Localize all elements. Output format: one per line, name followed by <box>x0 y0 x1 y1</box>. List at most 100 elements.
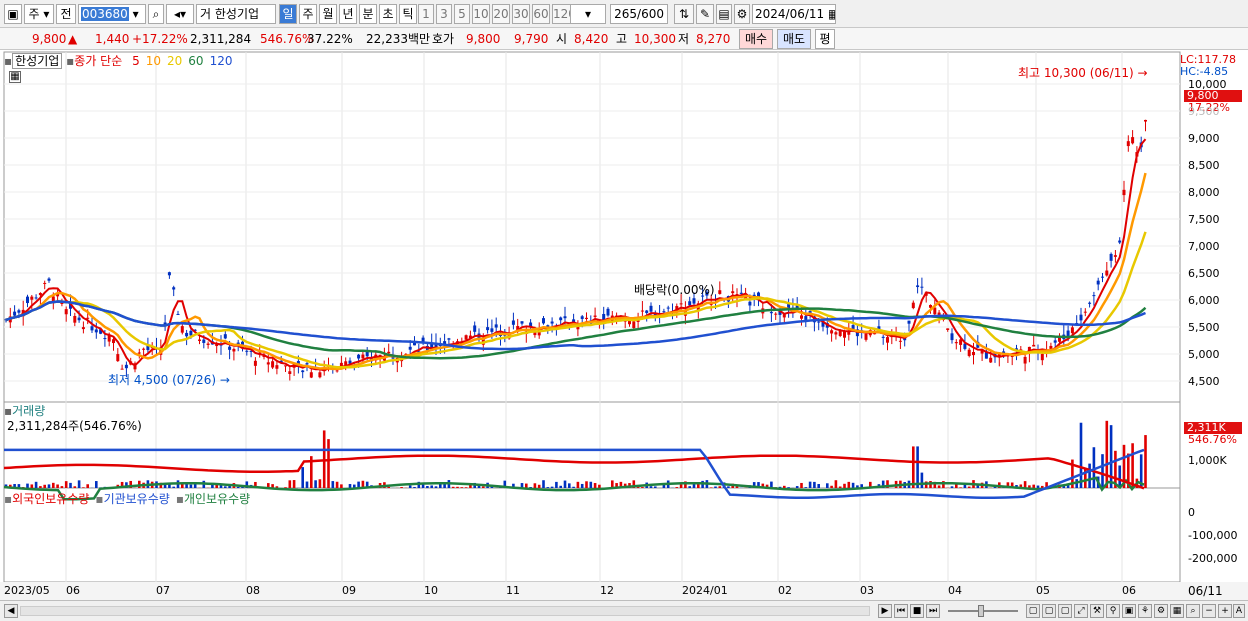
holding-legend-1[interactable]: 기관보유수량 <box>104 492 170 506</box>
candle-body <box>881 336 885 338</box>
period-tab-6[interactable]: 틱 <box>399 4 417 24</box>
scroll-right-button[interactable]: ▶ <box>878 604 892 618</box>
ma-period-20[interactable]: 20 <box>167 54 182 68</box>
high-label: 고 <box>616 32 628 46</box>
tool-icon[interactable]: ▢ <box>1042 604 1056 618</box>
compare-icon[interactable]: ⇅ <box>674 4 694 24</box>
minute-button-1[interactable]: 1 <box>418 4 434 24</box>
minute-dropdown[interactable]: ▾ <box>570 4 606 24</box>
zoom-slider-handle[interactable] <box>978 605 984 617</box>
chart-svg[interactable] <box>0 50 1248 600</box>
period-tab-0[interactable]: 일 <box>279 4 297 24</box>
holding-legend-2[interactable]: 개인보유수량 <box>184 492 250 506</box>
candle-body <box>830 330 834 334</box>
candle-body <box>1105 270 1109 276</box>
volume-bar <box>1118 465 1121 488</box>
minute-button-10[interactable]: 10 <box>472 4 490 24</box>
tool-icon[interactable]: ▢ <box>1058 604 1072 618</box>
period-tab-4[interactable]: 분 <box>359 4 377 24</box>
period-tab-5[interactable]: 초 <box>379 4 397 24</box>
candle-body <box>245 350 249 352</box>
tool-icon[interactable]: ⚘ <box>1138 604 1152 618</box>
volume-bar <box>82 487 85 488</box>
ma-period-120[interactable]: 120 <box>210 54 233 68</box>
tool-icon[interactable]: ⚒ <box>1090 604 1104 618</box>
period-tab-3[interactable]: 년 <box>339 4 357 24</box>
volume-bar <box>937 485 941 488</box>
prev-button[interactable]: 전 <box>56 4 76 24</box>
volume-bar <box>959 487 962 488</box>
period-tab-2[interactable]: 월 <box>319 4 337 24</box>
zoom-out-icon[interactable]: − <box>1202 604 1216 618</box>
price-y-tick: 10,000 <box>1188 78 1227 91</box>
chart-area[interactable]: ▪ 한성기업 ▪종가 단순 5 10 20 60 120 ▦ LC:117.78 HC:-… <box>0 50 1248 621</box>
scroll-left-button[interactable]: ◀ <box>4 604 18 618</box>
holding-legend-0[interactable]: 외국인보유수량 <box>12 492 89 506</box>
tool-icon[interactable]: ⚲ <box>1106 604 1120 618</box>
tool-icon[interactable]: ⤢ <box>1074 604 1088 618</box>
zoom-in-icon[interactable]: + <box>1218 604 1232 618</box>
tool-icon[interactable]: ⚙ <box>1154 604 1168 618</box>
search-icon[interactable]: ⌕ <box>148 4 164 24</box>
scroll-track[interactable] <box>20 606 870 616</box>
zoom-icon[interactable]: ⌕ <box>1186 604 1200 618</box>
settings-icon[interactable]: ⚙ <box>734 4 750 24</box>
price-y-tick: 6,500 <box>1188 267 1220 280</box>
candle-body <box>77 317 81 321</box>
period-tab-1[interactable]: 주 <box>299 4 317 24</box>
candle-body <box>120 368 124 370</box>
minute-button-3[interactable]: 3 <box>436 4 452 24</box>
sell-button[interactable]: 매도 <box>777 29 811 49</box>
market-select[interactable]: 주 ▾ <box>24 4 54 24</box>
candle-body <box>284 365 287 367</box>
candle-body <box>13 311 17 316</box>
tool-icon[interactable]: ▦ <box>1170 604 1184 618</box>
volume-bar <box>838 486 842 488</box>
volume-title-text[interactable]: 거래량 <box>12 404 45 418</box>
count-field[interactable]: 265/600 <box>610 4 668 24</box>
stock-name-field[interactable]: 거 한성기업 <box>196 4 276 24</box>
ma-period-10[interactable]: 10 <box>146 54 161 68</box>
tool-icon[interactable]: ▢ <box>1026 604 1040 618</box>
volume-bar <box>224 486 227 488</box>
last-button[interactable]: ⏭ <box>926 604 940 618</box>
volume-bar <box>727 486 730 488</box>
save-icon[interactable]: ▤ <box>716 4 732 24</box>
legend-stock-name[interactable]: 한성기업 <box>12 53 63 69</box>
calculator-icon[interactable]: ▦ <box>9 71 21 83</box>
low-note-text: 최저 4,500 (07/26) <box>108 373 217 387</box>
ma-period-5[interactable]: 5 <box>132 54 140 68</box>
draw-icon[interactable]: ✎ <box>696 4 714 24</box>
x-axis-label: 07 <box>156 584 170 597</box>
x-axis-label: 03 <box>860 584 874 597</box>
stop-button[interactable]: ■ <box>910 604 924 618</box>
sound-icon[interactable]: ◂▾ <box>166 4 194 24</box>
hoga-label: 호가 <box>432 32 455 46</box>
font-icon[interactable]: A <box>1233 604 1245 618</box>
minute-button-20[interactable]: 20 <box>492 4 510 24</box>
ma-period-60[interactable]: 60 <box>188 54 203 68</box>
avg-button[interactable]: 평 <box>815 29 835 49</box>
buy-button[interactable]: 매수 <box>739 29 773 49</box>
code-input[interactable]: 003680 ▾ <box>78 4 146 24</box>
price-y-tick: 7,500 <box>1188 213 1220 226</box>
price-y-tick: 7,000 <box>1188 240 1220 253</box>
bottom-scrollbar[interactable]: ◀ ▶ ⏮ ■ ⏭ ▢ ▢ ▢ ⤢ ⚒ ⚲ ▣ ⚘ ⚙ ▦ ⌕ − + A <box>0 600 1248 621</box>
minute-button-5[interactable]: 5 <box>454 4 470 24</box>
candle-body <box>1113 255 1117 257</box>
hc-label: HC:-4.85 <box>1180 65 1229 78</box>
legend-ma-label[interactable]: 종가 단순 <box>74 54 122 68</box>
candle-body <box>898 340 902 342</box>
chart-menu-icon[interactable]: ▣ <box>4 4 22 24</box>
minute-button-60[interactable]: 60 <box>532 4 550 24</box>
candle-body <box>81 327 85 330</box>
volume-bar <box>64 481 68 488</box>
tool-icon[interactable]: ▣ <box>1122 604 1136 618</box>
low-note: 최저 4,500 (07/26) → <box>108 373 230 387</box>
price-y-tick: 5,500 <box>1188 321 1220 334</box>
first-button[interactable]: ⏮ <box>894 604 908 618</box>
minute-button-30[interactable]: 30 <box>512 4 530 24</box>
date-field[interactable]: 2024/06/11 ▦ <box>752 4 836 24</box>
volume-bar <box>434 486 438 488</box>
candle-body <box>198 339 201 341</box>
